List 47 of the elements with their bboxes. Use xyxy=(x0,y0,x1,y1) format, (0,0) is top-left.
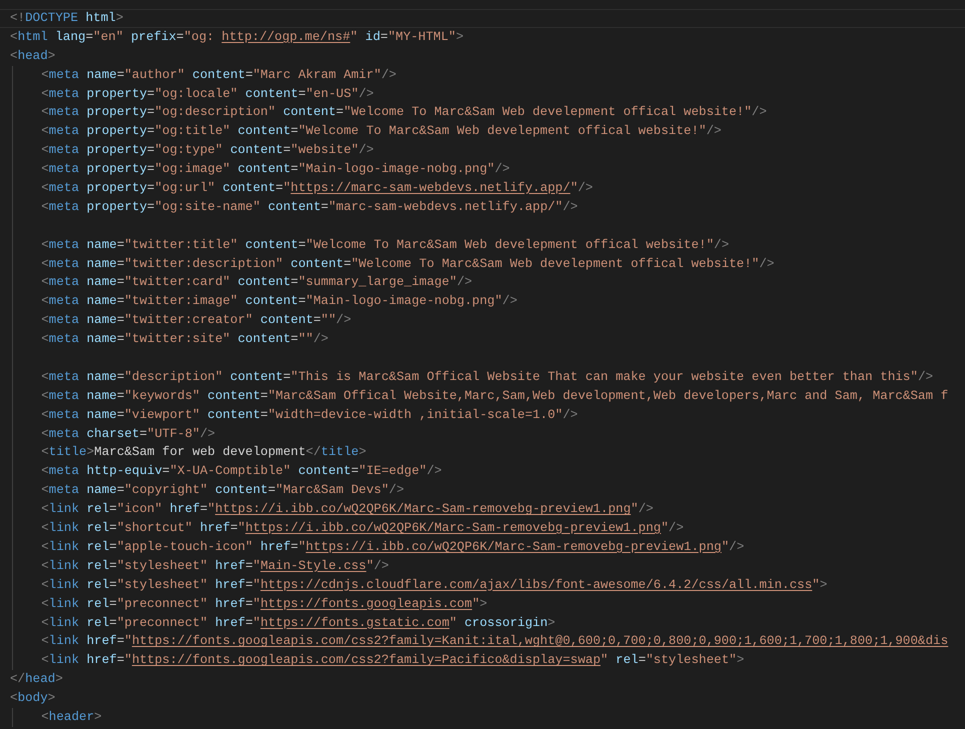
link[interactable]: https://fonts.googleapis.com/css2?family=Pacifico&display=swap xyxy=(132,653,601,668)
code-line: <meta property="og:url" content="https://marc-sam-webdevs.netlify.app/"/> xyxy=(41,180,594,198)
code-line: <meta property="og:description" content="Welcome To Marc&Sam Web develepment offical website!"/> xyxy=(41,104,768,122)
code-line: <link rel="stylesheet" href="Main-Style.css"/> xyxy=(41,558,390,575)
code-line: <meta name="twitter:description" content="Welcome To Marc&Sam Web develepment offical website!"/> xyxy=(41,256,776,273)
link[interactable]: Main-Style.css xyxy=(260,558,366,573)
code-line: <meta property="og:type" content="website"/> xyxy=(41,142,375,160)
code-line: <link rel="preconnect" href="https://fonts.gstatic.com" crossorigin> xyxy=(41,614,556,632)
link[interactable]: https://i.ibb.co/wQ2QP6K/Marc-Sam-removebg-preview1.png xyxy=(245,521,661,536)
code-line: <head> xyxy=(10,48,56,65)
code-line: <meta name="author" content="Marc Akram Amir"/> xyxy=(41,66,398,84)
code-line: <meta name="copyright" content="Marc&Sam Devs"/> xyxy=(41,482,406,500)
code-line: <meta name="twitter:image" content="Main-logo-image-nobg.png"/> xyxy=(41,293,518,310)
code-line: <meta name="twitter:site" content=""/> xyxy=(41,331,330,348)
code-line: <meta property="og:image" content="Main-logo-image-nobg.png"/> xyxy=(41,161,511,178)
code-line: <meta http-equiv="X-UA-Comptible" content="IE=edge"/> xyxy=(41,463,443,480)
code-line: <link rel="icon" href="https://i.ibb.co/wQ2QP6K/Marc-Sam-removebg-preview1.png"/> xyxy=(41,501,654,518)
code-line: <meta name="twitter:title" content="Welcome To Marc&Sam Web develepment offical website!"/> xyxy=(41,236,730,254)
code-line: <meta name="viewport" content="width=device-width ,initial-scale=1.0"/> xyxy=(41,406,579,424)
code-line: <!DOCTYPE html> xyxy=(0,9,965,28)
link[interactable]: https://i.ibb.co/wQ2QP6K/Marc-Sam-removebg-preview1.png xyxy=(215,502,631,516)
code-line: <meta property="og:title" content="Welcome To Marc&Sam Web develepment offical website!"/> xyxy=(41,123,722,140)
code-line: <meta name="twitter:card" content="summary_large_image"/> xyxy=(41,274,474,292)
code-line: <link rel="preconnect" href="https://fonts.googleapis.com"> xyxy=(41,596,488,613)
code-line: <meta property="og:locale" content="en-US"/> xyxy=(41,86,375,103)
code-line: <html lang="en" prefix="og: http://ogp.me/ns#" id="MY-HTML"> xyxy=(10,28,465,46)
link[interactable]: https://i.ibb.co/wQ2QP6K/Marc-Sam-removebg-preview1.png xyxy=(306,540,722,554)
code-line: <header> xyxy=(41,708,103,726)
link[interactable]: https://marc-sam-webdevs.netlify.app/ xyxy=(290,181,570,196)
code-line: <title>Marc&Sam for web development</title> xyxy=(41,444,368,462)
link[interactable]: https://fonts.googleapis.com xyxy=(260,596,472,611)
code-line: <link rel="stylesheet" href="https://cdnjs.cloudflare.com/ajax/libs/font-awesome/6.4.2/css/all.min.css"> xyxy=(41,576,828,594)
link[interactable]: https://fonts.gstatic.com xyxy=(260,616,450,630)
code-line: <meta property="og:site-name" content="marc-sam-webdevs.netlify.app/"/> xyxy=(41,198,579,216)
code-line: <meta name="keywords" content="Marc&Sam Offical Website,Marc,Sam,Web development,Web developers,Marc and Sam, Marc&Sam f xyxy=(41,388,950,405)
code-line: <link rel="apple-touch-icon" href="https://i.ibb.co/wQ2QP6K/Marc-Sam-removebg-preview1.png"/> xyxy=(41,538,746,556)
code-line: <body> xyxy=(10,690,56,708)
code-line: <meta name="description" content="This is Marc&Sam Offical Website That can make your website even better than this"/> xyxy=(41,368,934,386)
link[interactable]: https://fonts.googleapis.com/css2?family=Kanit:ital,wght@0,600;0,700;0,800;0,900;1,600;1,700;1,800;1,900&dis xyxy=(132,634,948,648)
link[interactable]: https://cdnjs.cloudflare.com/ajax/libs/font-awesome/6.4.2/css/all.min.css xyxy=(260,578,812,592)
code-line: <meta name="twitter:creator" content=""/> xyxy=(41,312,352,330)
code-line: <link href="https://fonts.googleapis.com/css2?family=Kanit:ital,wght@0,600;0,700;0,800;0,900;1,600;1,700;1,800;1,900&dis xyxy=(41,633,950,650)
code-line: </head> xyxy=(10,671,64,688)
link[interactable]: http://ogp.me/ns# xyxy=(222,30,350,44)
code-line: <link rel="shortcut" href="https://i.ibb.co/wQ2QP6K/Marc-Sam-removebg-preview1.png"/> xyxy=(41,520,685,538)
code-line: <meta charset="UTF-8"/> xyxy=(41,426,216,443)
code-line: <link href="https://fonts.googleapis.com/css2?family=Pacifico&display=swap" rel="stylesheet"> xyxy=(41,652,746,670)
